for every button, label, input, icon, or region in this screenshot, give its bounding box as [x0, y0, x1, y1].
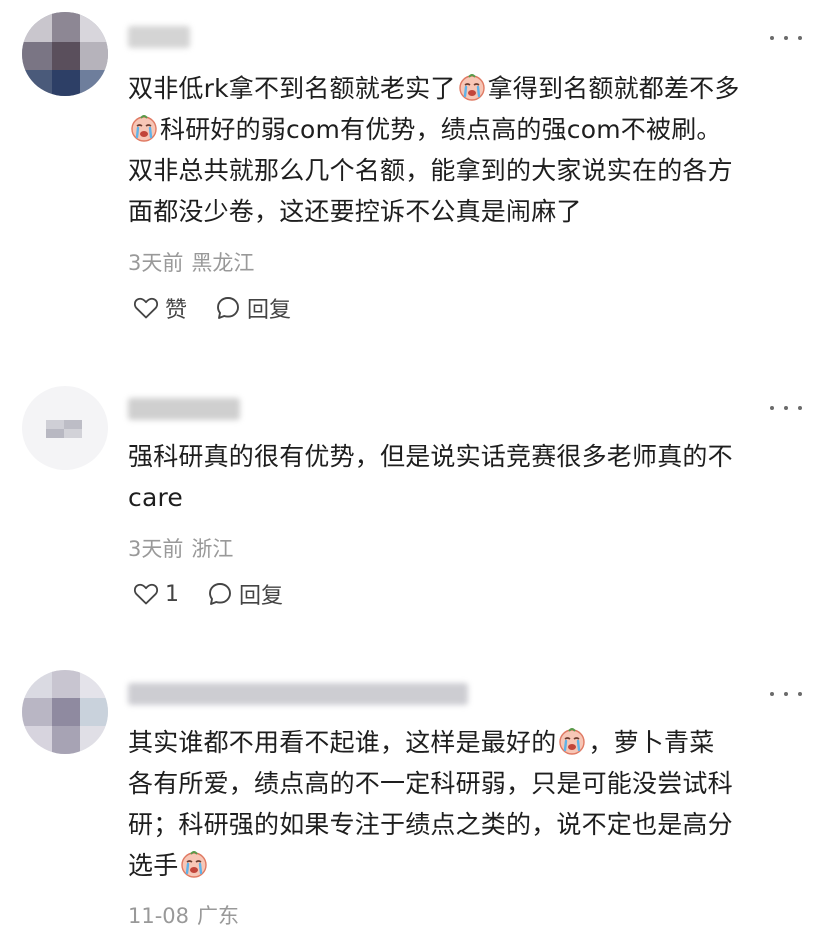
comment-text-segment: 研；科研强的如果专注于绩点之类的，说不定也是高分 — [128, 810, 733, 839]
reply-button[interactable]: 回复 — [215, 292, 291, 324]
comment-text-segment: 拿得到名额就都差不多 — [487, 74, 740, 103]
reply-button[interactable]: 回复 — [207, 578, 283, 610]
comment-text-segment: 双非总共就那么几个名额，能拿到的大家说实在的各方 — [128, 156, 733, 185]
like-count: 1 — [165, 581, 179, 607]
comment-text-line: 选手 — [128, 845, 818, 886]
speech-bubble-icon — [215, 295, 241, 321]
comment-text-line: 面都没少卷，这还要控诉不公真是闹麻了 — [128, 191, 818, 232]
location: 浙江 — [191, 537, 234, 561]
comment-text-segment: care — [128, 483, 183, 512]
more-dots-icon[interactable] — [770, 398, 802, 418]
comment-text-line: 各有所爱，绩点高的不一定科研弱，只是可能没尝试科 — [128, 763, 818, 804]
comment-text: 其实谁都不用看不起谁，这样是最好的 ，萝卜青菜各有所爱，绩点高的不一定科研弱，只是… — [128, 722, 818, 886]
username[interactable] — [128, 683, 468, 705]
crying-face-emoji — [457, 72, 487, 102]
comment-text-segment: ，萝卜青菜 — [588, 728, 715, 757]
comment-text-line: care — [128, 477, 818, 518]
speech-bubble-icon — [207, 581, 233, 607]
like-button[interactable]: 1 — [133, 582, 179, 607]
comment-text: 强科研真的很有优势，但是说实话竞赛很多老师真的不 care — [128, 436, 818, 518]
timestamp: 11-08 — [128, 904, 190, 928]
username[interactable] — [128, 398, 240, 420]
username[interactable] — [128, 26, 190, 48]
avatar[interactable] — [22, 670, 108, 754]
timestamp: 3天前 — [128, 251, 184, 275]
comment-text-line: 研；科研强的如果专注于绩点之类的，说不定也是高分 — [128, 804, 818, 845]
comment-meta: 3天前 黑龙江 — [128, 247, 254, 277]
comment-text-segment: 其实谁都不用看不起谁，这样是最好的 — [128, 728, 557, 757]
avatar[interactable] — [22, 12, 108, 96]
heart-outline-icon — [133, 296, 159, 320]
like-label: 赞 — [165, 298, 188, 323]
timestamp: 3天前 — [128, 537, 184, 561]
location: 广东 — [197, 904, 240, 928]
heart-outline-icon — [133, 582, 159, 606]
comment-text-line: 其实谁都不用看不起谁，这样是最好的 ，萝卜青菜 — [128, 722, 818, 763]
comment-meta: 11-08 广东 — [128, 900, 239, 930]
comment-text-segment: 各有所爱，绩点高的不一定科研弱，只是可能没尝试科 — [128, 769, 733, 798]
comment-text-segment: 双非低rk拿不到名额就老实了 — [128, 74, 456, 103]
avatar[interactable] — [22, 386, 108, 470]
comment-text-segment: 面都没少卷，这还要控诉不公真是闹麻了 — [128, 197, 582, 226]
comment-text-segment: 强科研真的很有优势，但是说实话竞赛很多老师真的不 — [128, 442, 733, 471]
comment-text-line: 双非低rk拿不到名额就老实了 拿得到名额就都差不多 — [128, 68, 818, 109]
comment-actions: 赞 回复 — [133, 293, 291, 323]
comment-text-line: 双非总共就那么几个名额，能拿到的大家说实在的各方 — [128, 150, 818, 191]
comment-text: 双非低rk拿不到名额就老实了 拿得到名额就都差不多科研好的弱com有优势，绩点高的… — [128, 68, 818, 232]
crying-face-emoji — [557, 726, 587, 756]
more-dots-icon[interactable] — [770, 28, 802, 48]
crying-face-emoji — [129, 113, 159, 143]
comment-text-segment: 科研好的弱com有优势，绩点高的强com不被刷。 — [160, 115, 722, 144]
crying-face-emoji — [179, 849, 209, 879]
comment-text-line: 强科研真的很有优势，但是说实话竞赛很多老师真的不 — [128, 436, 818, 477]
reply-label: 回复 — [239, 584, 284, 609]
location: 黑龙江 — [191, 251, 255, 275]
comment-text-line: 科研好的弱com有优势，绩点高的强com不被刷。 — [128, 109, 818, 150]
reply-label: 回复 — [247, 298, 292, 323]
more-dots-icon[interactable] — [770, 684, 802, 704]
comment-meta: 3天前 浙江 — [128, 533, 233, 563]
comment-text-segment: 选手 — [128, 851, 179, 880]
like-button[interactable]: 赞 — [133, 292, 187, 324]
comment-actions: 1 回复 — [133, 579, 283, 609]
